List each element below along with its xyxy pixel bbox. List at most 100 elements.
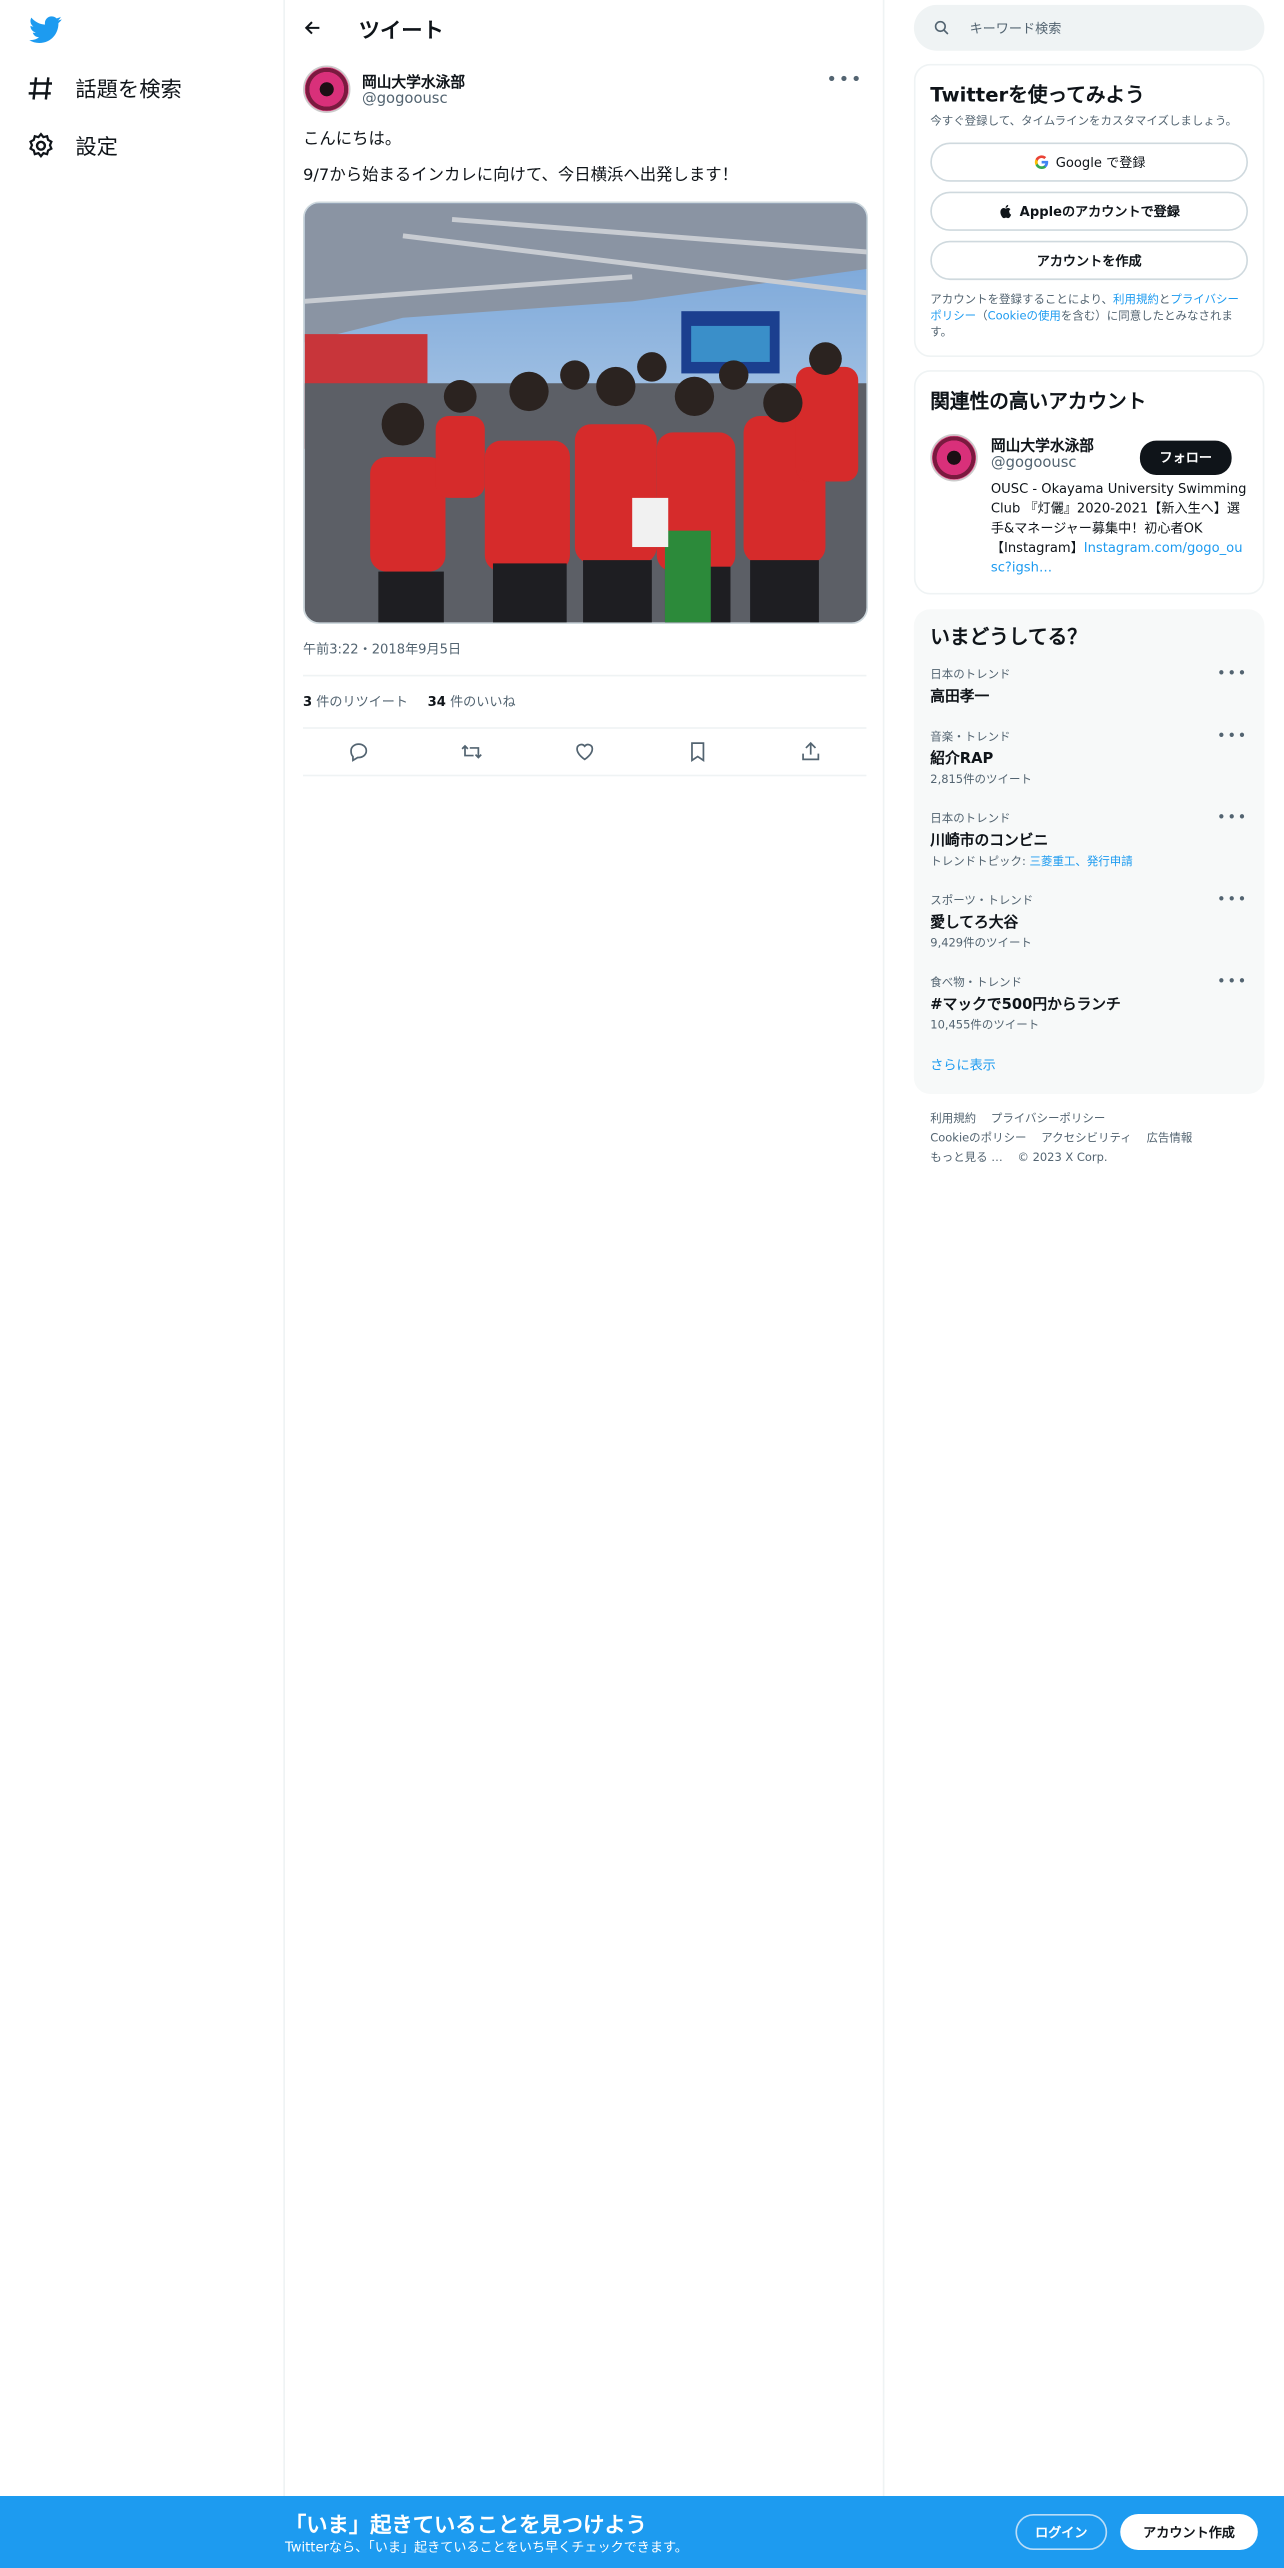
banner-subtitle: Twitterなら、「いま」起きていることをいち早くチェックできます。 bbox=[284, 2540, 688, 2555]
apple-signup-label: Appleのアカウントで登録 bbox=[1019, 204, 1180, 219]
signup-button[interactable]: アカウント作成 bbox=[1120, 2514, 1258, 2551]
main-column: ツイート 岡山大学水泳部 @gogoousc ••• こんにちは。 9/7から始… bbox=[287, 0, 885, 2497]
tweet-timestamp[interactable]: 午前3:22・2018年9月5日 bbox=[302, 640, 867, 677]
login-button[interactable]: ログイン bbox=[1015, 2514, 1108, 2551]
related-accounts-card: 関連性の高いアカウント 岡山大学水泳部 @gogoousc OUSC - Oka… bbox=[913, 370, 1265, 596]
retweet-stat[interactable]: 3 件のリツイート bbox=[303, 693, 408, 711]
trend-item[interactable]: 音楽・トレンド 紹介RAP 2,815件のツイート ••• bbox=[930, 730, 1248, 789]
trend-name: 川崎市のコンビニ bbox=[930, 834, 1049, 851]
trend-item[interactable]: 日本のトレンド 高田孝一 ••• bbox=[930, 667, 1248, 706]
google-icon bbox=[1034, 155, 1048, 170]
signup-card: Twitterを使ってみよう 今すぐ登録して、タイムラインをカスタマイズしましょ… bbox=[913, 63, 1265, 358]
more-options-icon[interactable]: ••• bbox=[1217, 730, 1248, 746]
retweet-count: 3 bbox=[302, 694, 313, 710]
banner-title: 「いま」起きていることを見つけよう bbox=[284, 2514, 647, 2539]
back-arrow-icon[interactable] bbox=[303, 18, 323, 38]
trend-name: 高田孝一 bbox=[930, 690, 990, 707]
search-icon bbox=[934, 20, 949, 35]
more-options-icon[interactable]: ••• bbox=[1217, 893, 1248, 909]
reply-icon[interactable] bbox=[348, 740, 371, 763]
apple-icon bbox=[999, 205, 1011, 219]
terms-link[interactable]: 利用規約 bbox=[1113, 293, 1159, 306]
tweet-stats: 3 件のリツイート 34 件のいいね bbox=[302, 676, 867, 729]
related-account[interactable]: 岡山大学水泳部 @gogoousc OUSC - Okayama Univers… bbox=[930, 434, 1248, 579]
share-icon[interactable] bbox=[799, 740, 822, 763]
trend-count: 10,455件のツイート bbox=[930, 1019, 1040, 1033]
nav-settings[interactable]: 設定 bbox=[26, 129, 118, 161]
footer-link[interactable]: 広告情報 bbox=[1146, 1132, 1192, 1145]
signup-subtitle: 今すぐ登録して、タイムラインをカスタマイズしましょう。 bbox=[930, 114, 1238, 128]
nav-explore[interactable]: 話題を検索 bbox=[26, 72, 182, 103]
more-options-icon[interactable]: ••• bbox=[1217, 975, 1248, 991]
legal-open: （ bbox=[976, 309, 988, 323]
nav-settings-label: 設定 bbox=[75, 135, 118, 161]
trend-name: 愛してろ大谷 bbox=[930, 916, 1019, 933]
footer-link[interactable]: 利用規約 bbox=[930, 1113, 976, 1126]
trend-context: 日本のトレンド bbox=[930, 813, 1011, 827]
follow-button[interactable]: フォロー bbox=[1139, 441, 1232, 476]
more-options-icon[interactable]: ••• bbox=[1217, 812, 1248, 828]
group-photo-image bbox=[304, 203, 867, 623]
trend-topics-links[interactable]: 三菱重工、発行申請 bbox=[1030, 856, 1133, 869]
avatar[interactable] bbox=[930, 434, 978, 483]
footer-links: 利用規約 プライバシーポリシー Cookieのポリシー アクセシビリティ 広告情報 も… bbox=[914, 1095, 1264, 1186]
trends-title: いまどうしてる？ bbox=[930, 626, 1087, 650]
page-header: ツイート bbox=[287, 0, 883, 56]
trend-item[interactable]: 食べ物・トレンド #マックで500円からランチ 10,455件のツイート ••• bbox=[930, 975, 1248, 1034]
copyright: © 2023 X Corp. bbox=[1017, 1151, 1108, 1165]
retweet-label: 件のリツイート bbox=[312, 694, 409, 710]
bottom-banner: 「いま」起きていることを見つけよう Twitterなら、「いま」起きていることを… bbox=[0, 2496, 1284, 2568]
show-more-link[interactable]: さらに表示 bbox=[930, 1057, 1248, 1075]
footer-link[interactable]: プライバシーポリシー bbox=[991, 1113, 1105, 1126]
footer-link[interactable]: Cookieのポリシー bbox=[930, 1132, 1026, 1145]
trend-context: 食べ物・トレンド bbox=[930, 976, 1022, 991]
author-handle[interactable]: @gogoousc bbox=[362, 92, 465, 108]
trend-item[interactable]: 日本のトレンド 川崎市のコンビニ トレンドトピック: 三菱重工、発行申請 ••• bbox=[930, 812, 1248, 871]
retweet-icon[interactable] bbox=[461, 740, 484, 763]
tweet-text-line-2: 9/7から始まるインカレに向けて、今日横浜へ出発します！ bbox=[302, 167, 738, 186]
like-stat[interactable]: 34 件のいいね bbox=[428, 693, 516, 711]
trend-name: #マックで500円からランチ bbox=[930, 998, 1121, 1015]
author-name[interactable]: 岡山大学水泳部 bbox=[362, 70, 465, 91]
trend-count: 9,429件のツイート bbox=[930, 937, 1032, 951]
bookmark-icon[interactable] bbox=[686, 740, 709, 763]
left-sidebar: 話題を検索 設定 bbox=[0, 0, 285, 2497]
trend-item[interactable]: スポーツ・トレンド 愛してろ大谷 9,429件のツイート ••• bbox=[930, 893, 1248, 952]
trend-topics-label: トレンドトピック: bbox=[930, 855, 1030, 869]
trend-name: 紹介RAP bbox=[930, 752, 994, 769]
tweet-actions bbox=[302, 729, 867, 777]
tweet-photo[interactable] bbox=[302, 201, 869, 625]
trends-card: いまどうしてる？ 日本のトレンド 高田孝一 ••• 音楽・トレンド 紹介RAP … bbox=[913, 610, 1265, 1095]
trend-count: 2,815件のツイート bbox=[930, 773, 1032, 787]
trend-topics: トレンドトピック: 三菱重工、発行申請 bbox=[930, 854, 1248, 870]
create-account-label: アカウントを作成 bbox=[1036, 253, 1142, 268]
page-title: ツイート bbox=[358, 18, 444, 44]
avatar[interactable] bbox=[302, 65, 351, 114]
tweet: 岡山大学水泳部 @gogoousc ••• こんにちは。 9/7から始まるインカ… bbox=[287, 56, 883, 777]
search-box[interactable]: キーワード検索 bbox=[913, 4, 1265, 51]
create-account-button[interactable]: アカウントを作成 bbox=[930, 240, 1249, 281]
legal-and: と bbox=[1158, 293, 1171, 307]
signup-title: Twitterを使ってみよう bbox=[930, 83, 1145, 107]
tweet-author: 岡山大学水泳部 @gogoousc ••• bbox=[302, 65, 866, 114]
right-sidebar: キーワード検索 Twitterを使ってみよう 今すぐ登録して、タイムラインをカス… bbox=[913, 0, 1265, 1186]
footer-link[interactable]: アクセシビリティ bbox=[1041, 1132, 1131, 1145]
like-icon[interactable] bbox=[573, 740, 596, 763]
apple-signup-button[interactable]: Appleのアカウントで登録 bbox=[930, 191, 1249, 232]
search-input[interactable]: キーワード検索 bbox=[970, 19, 1062, 37]
google-signup-button[interactable]: Google で登録 bbox=[930, 142, 1249, 182]
nav-explore-label: 話題を検索 bbox=[75, 78, 182, 104]
google-signup-label: Google で登録 bbox=[1055, 154, 1146, 170]
more-options-icon[interactable]: ••• bbox=[1217, 667, 1248, 683]
cookie-link[interactable]: Cookieの使用 bbox=[988, 309, 1061, 322]
trend-context: スポーツ・トレンド bbox=[930, 895, 1034, 909]
more-options-icon[interactable]: ••• bbox=[826, 69, 863, 90]
related-title: 関連性の高いアカウント bbox=[930, 390, 1147, 414]
trend-context: 日本のトレンド bbox=[930, 669, 1011, 683]
footer-link[interactable]: もっと見る … bbox=[930, 1152, 1002, 1165]
hashtag-icon bbox=[28, 76, 53, 99]
signup-legal-text: アカウントを登録することにより、利用規約とプライバシーポリシー（Cookieの使… bbox=[930, 293, 1248, 341]
twitter-bird-icon[interactable] bbox=[29, 13, 62, 46]
tweet-body: こんにちは。 9/7から始まるインカレに向けて、今日横浜へ出発します！ bbox=[303, 129, 866, 188]
trend-context: 音楽・トレンド bbox=[930, 731, 1011, 745]
